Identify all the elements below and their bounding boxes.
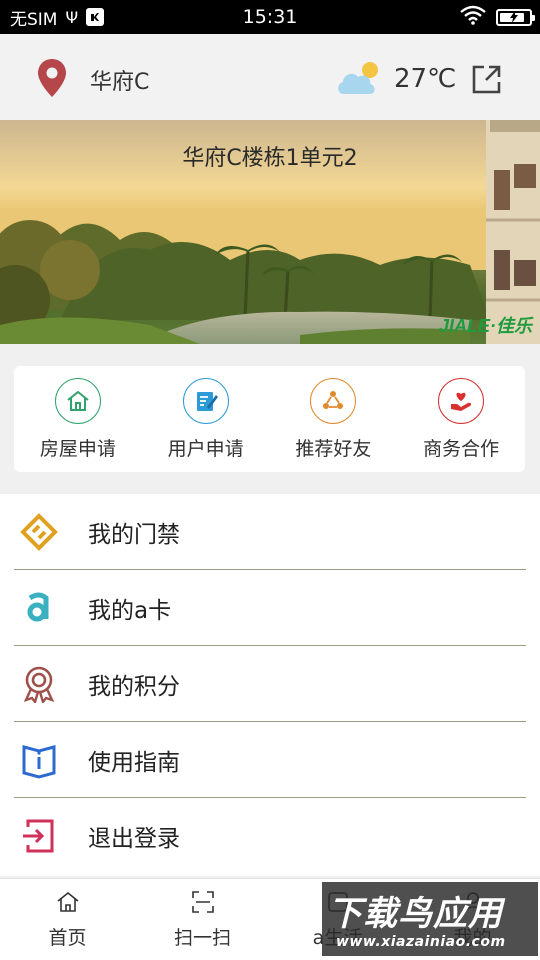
menu-item-guide[interactable]: 使用指南 [0, 722, 540, 798]
weather-cloud-sun-icon [338, 62, 378, 94]
menu-label: 退出登录 [88, 826, 180, 852]
action-label: 商务合作 [423, 438, 500, 460]
watermark-overlay: 下载鸟应用 www.xiazainiao.com [322, 882, 538, 956]
header: 华府C 27℃ [0, 34, 540, 120]
guide-book-icon [20, 741, 58, 779]
share-icon[interactable] [470, 62, 504, 96]
menu-item-door-access[interactable]: 我的门禁 [0, 494, 540, 570]
tab-home[interactable]: 首页 [0, 879, 135, 960]
house-icon [54, 378, 101, 424]
action-label: 房屋申请 [39, 438, 116, 460]
menu-label: 我的门禁 [88, 522, 180, 548]
action-recommend-friend[interactable]: 推荐好友 [273, 378, 393, 461]
menu-item-a-card[interactable]: 我的a卡 [0, 570, 540, 646]
menu-item-points[interactable]: 我的积分 [0, 646, 540, 722]
menu-list: 我的门禁 我的a卡 我的积分 使用指南 退出登录 [0, 494, 540, 876]
banner-title: 华府C楼栋1单元2 [182, 146, 358, 171]
home-icon [55, 889, 81, 915]
tab-label: 扫一扫 [173, 927, 231, 949]
scan-icon [190, 889, 216, 915]
menu-label: 使用指南 [88, 750, 180, 776]
action-label: 用户申请 [167, 438, 244, 460]
logout-icon [20, 817, 58, 855]
location-name[interactable]: 华府C [90, 64, 149, 96]
action-label: 推荐好友 [295, 438, 372, 460]
wifi-icon [460, 5, 486, 30]
action-house-apply[interactable]: 房屋申请 [18, 378, 138, 461]
a-card-icon [20, 589, 58, 627]
banner[interactable]: 华府C楼栋1单元2 JIALE·佳乐 [0, 120, 540, 344]
watermark-title: 下载鸟应用 [328, 894, 503, 934]
tab-scan[interactable]: 扫一扫 [135, 879, 270, 960]
edit-form-icon [182, 378, 229, 424]
watermark-url: www.xiazainiao.com [336, 934, 506, 950]
heart-hand-icon [438, 378, 485, 424]
action-user-apply[interactable]: 用户申请 [146, 378, 266, 461]
battery-icon [496, 8, 535, 26]
location-pin-icon[interactable] [36, 58, 68, 98]
status-bar: 无SIM Ψ 15:31 [0, 0, 540, 34]
action-business-coop[interactable]: 商务合作 [401, 378, 521, 461]
menu-label: 我的a卡 [88, 598, 172, 624]
menu-item-logout[interactable]: 退出登录 [0, 798, 540, 874]
share-friends-icon [310, 378, 357, 424]
medal-icon [20, 665, 58, 703]
temperature: 27℃ [394, 64, 457, 94]
brand-logo: JIALE·佳乐 [438, 316, 532, 336]
quick-actions: 房屋申请 用户申请 推荐好友 商务合作 [14, 366, 525, 472]
menu-label: 我的积分 [88, 674, 180, 700]
status-time: 15:31 [242, 6, 298, 28]
tab-label: 首页 [48, 927, 87, 949]
door-access-icon [20, 513, 58, 551]
